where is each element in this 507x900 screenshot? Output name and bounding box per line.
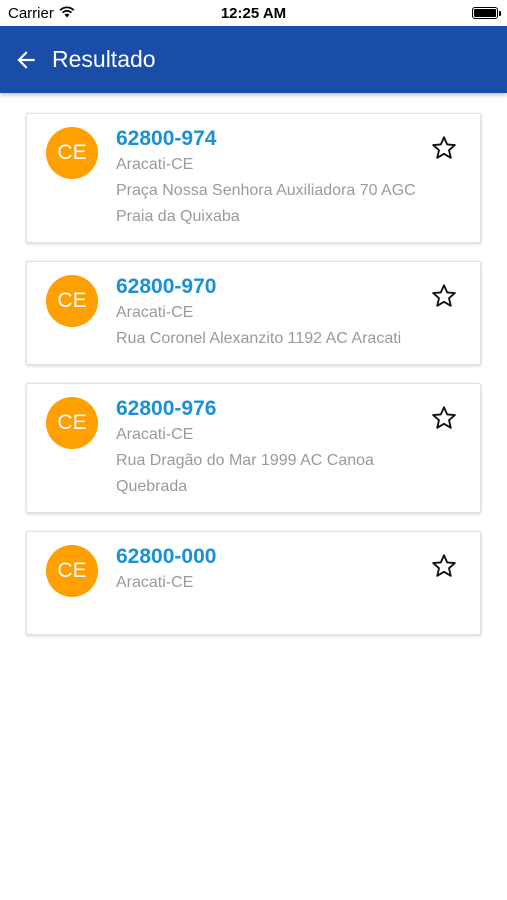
results-list: CE 62800-974 Aracati-CE Praça Nossa Senh…: [0, 93, 507, 635]
result-content: 62800-976 Aracati-CE Rua Dragão do Mar 1…: [116, 384, 480, 500]
address-label: Rua Dragão do Mar 1999 AC Canoa Quebrada: [116, 452, 374, 495]
city-label: Aracati-CE: [116, 156, 194, 173]
star-outline-icon[interactable]: [430, 404, 458, 432]
cep-code: 62800-000: [116, 545, 217, 568]
arrow-left-icon: [17, 50, 35, 69]
status-bar: Carrier 12:25 AM: [0, 0, 507, 26]
result-card[interactable]: CE 62800-976 Aracati-CE Rua Dragão do Ma…: [26, 383, 481, 513]
state-badge: CE: [46, 545, 98, 597]
cep-code: 62800-970: [116, 275, 217, 298]
cep-code: 62800-974: [116, 127, 217, 150]
result-content: 62800-000 Aracati-CE: [116, 532, 480, 596]
star-outline-icon[interactable]: [430, 134, 458, 162]
state-badge: CE: [46, 127, 98, 179]
state-badge: CE: [46, 397, 98, 449]
result-card[interactable]: CE 62800-974 Aracati-CE Praça Nossa Senh…: [26, 113, 481, 243]
back-button[interactable]: [4, 38, 48, 82]
star-outline-icon[interactable]: [430, 282, 458, 310]
city-label: Aracati-CE: [116, 426, 194, 443]
city-label: Aracati-CE: [116, 304, 194, 321]
app-bar: Resultado: [0, 26, 507, 93]
state-badge: CE: [46, 275, 98, 327]
cep-code: 62800-976: [116, 397, 217, 420]
result-card[interactable]: CE 62800-970 Aracati-CE Rua Coronel Alex…: [26, 261, 481, 365]
address-label: Rua Coronel Alexanzito 1192 AC Aracati: [116, 330, 402, 347]
result-content: 62800-970 Aracati-CE Rua Coronel Alexanz…: [116, 262, 480, 352]
address-label: Praça Nossa Senhora Auxiliadora 70 AGC P…: [116, 182, 416, 225]
city-label: Aracati-CE: [116, 574, 194, 591]
clock: 12:25 AM: [220, 5, 287, 22]
result-card[interactable]: CE 62800-000 Aracati-CE: [26, 531, 481, 635]
page-title: Resultado: [52, 46, 156, 72]
result-content: 62800-974 Aracati-CE Praça Nossa Senhora…: [116, 114, 480, 230]
battery-icon: [472, 7, 501, 19]
star-outline-icon[interactable]: [430, 552, 458, 580]
